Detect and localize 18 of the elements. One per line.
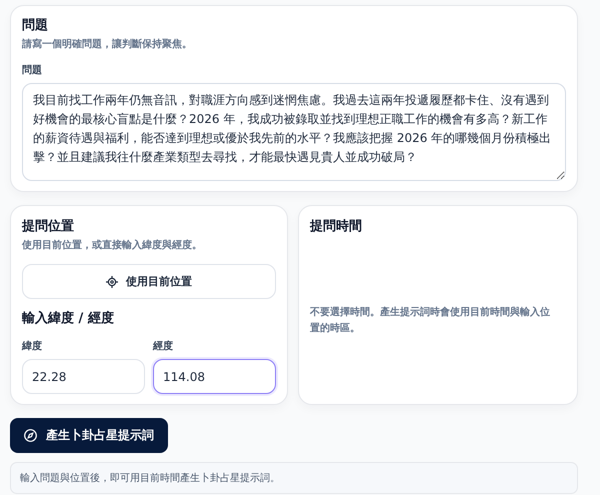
coordinate-field[interactable]: 22.28 — [22, 359, 145, 394]
field-label: 經度 — [153, 339, 174, 353]
use-location-button[interactable]: 使用目前位置 — [22, 264, 276, 299]
generate-button[interactable]: 產生卜卦占星提示詞 — [10, 418, 168, 453]
question-field[interactable]: 我目前找工作兩年仍無音訊，對職涯方向感到迷惘焦慮。我過去這兩年投遞履歷都卡住、沒有遇到好機會的最核心盲點是什麼？2026 年，我成功被錄取並找到理想正職工作的機會有多高？新工作的薪資待遇與福利，能否達到理想或優於我先前的水平？我應該把握 2026 年的哪幾個月份積極出擊？並且建議我往什麼產業類型去尋找，才能最快遇見貴人並成功破局？ — [22, 83, 566, 181]
card-title: 問題 — [22, 17, 49, 34]
crosshair-icon — [106, 276, 118, 288]
card-title: 提問時間 — [310, 218, 363, 235]
field-label: 緯度 — [22, 339, 43, 353]
coordinate-field[interactable]: 114.08 — [153, 359, 276, 394]
card-subtitle: 請寫一個明確問題，讓判斷保持聚焦。 — [22, 37, 193, 51]
section-heading: 輸入緯度 / 經度 — [22, 310, 115, 327]
time-note: 不要選擇時間。產生提示詞時會使用目前時間與輸入位置的時區。 — [310, 306, 551, 336]
card-subtitle: 使用目前位置，或直接輸入緯度與經度。 — [22, 238, 203, 252]
status-note: 輸入問題與位置後，即可用目前時間產生卜卦占星提示詞。 — [10, 462, 578, 494]
compass-icon — [24, 429, 37, 442]
field-label: 問題 — [22, 64, 43, 77]
card-title: 提問位置 — [22, 218, 75, 235]
